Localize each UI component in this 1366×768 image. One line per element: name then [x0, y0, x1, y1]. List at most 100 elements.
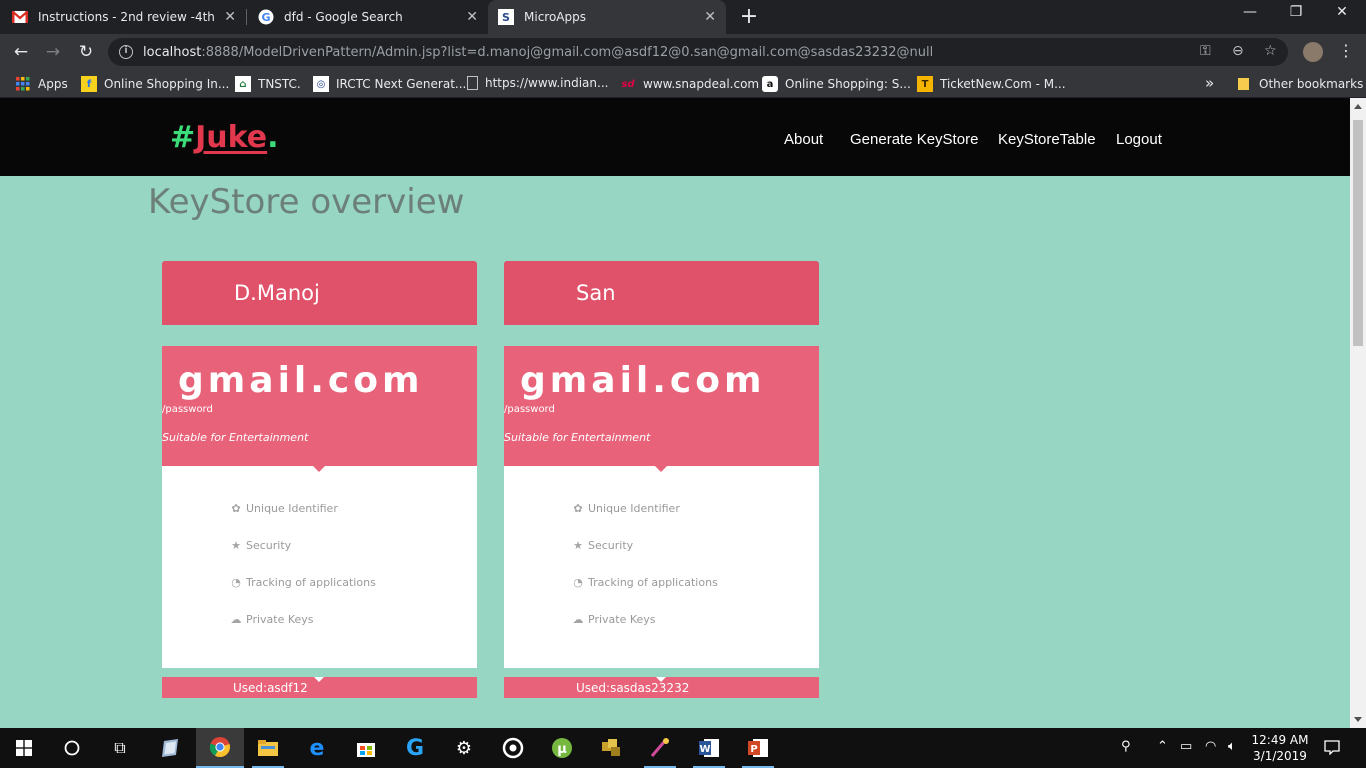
word-icon[interactable]: W	[685, 728, 733, 768]
caret-icon	[655, 466, 667, 472]
zoom-icon[interactable]: ⊖	[1232, 43, 1244, 59]
edge-icon[interactable]: e	[293, 728, 341, 768]
task-view-icon[interactable]: ⧉	[96, 728, 144, 768]
card-header: San	[504, 261, 819, 325]
svg-text:G: G	[261, 11, 270, 24]
card-hero: gmail.com /password Suitable for Enterta…	[504, 346, 819, 466]
notification-icon[interactable]	[1324, 739, 1340, 759]
tab-instructions[interactable]: Instructions - 2nd review -4th Ma ✕	[12, 0, 246, 34]
site-navbar: #Juke. About Generate KeyStore KeyStoreT…	[0, 98, 1350, 176]
forward-button[interactable]: →	[42, 41, 64, 63]
nav-about[interactable]: About	[784, 131, 823, 148]
tab-title: Instructions - 2nd review -4th Ma	[38, 10, 216, 24]
clock-date: 3/1/2019	[1253, 749, 1307, 763]
paint-app-icon[interactable]	[636, 728, 684, 768]
battery-icon[interactable]: ▭	[1180, 739, 1192, 754]
bookmark-snapdeal[interactable]: sd www.snapdeal.com	[620, 76, 759, 92]
info-icon[interactable]: i	[119, 45, 133, 59]
bookmark-indian[interactable]: https://www.indian...	[467, 76, 608, 90]
tnstc-icon: ⌂	[235, 76, 251, 92]
folder-icon	[1236, 76, 1252, 92]
star-icon: ★	[231, 539, 241, 552]
cloud-icon: ☁	[230, 613, 242, 626]
bookmark-label: TicketNew.Com - M...	[940, 77, 1066, 91]
bookmark-irctc[interactable]: ◎ IRCTC Next Generat...	[313, 76, 466, 92]
bookmark-label: Other bookmarks	[1259, 77, 1364, 91]
chrome-taskbar-icon[interactable]	[196, 728, 244, 768]
browser-tab-strip: Instructions - 2nd review -4th Ma ✕ G df…	[0, 0, 1366, 34]
bookmark-other[interactable]: Other bookmarks	[1236, 76, 1363, 92]
store-icon[interactable]	[342, 728, 390, 768]
archive-app-icon[interactable]	[587, 728, 635, 768]
caret-icon	[313, 466, 325, 472]
card-tagline: Suitable for Entertainment	[162, 431, 309, 444]
nav-logout[interactable]: Logout	[1116, 131, 1162, 148]
svg-text:µ: µ	[557, 742, 567, 757]
key-icon[interactable]: ⚿	[1200, 43, 1211, 59]
feature-item: ★ Security	[573, 539, 634, 552]
new-tab-button[interactable]: +	[738, 4, 760, 29]
tab-title: dfd - Google Search	[284, 10, 403, 24]
file-explorer-icon[interactable]	[244, 728, 292, 768]
bookmark-flipkart[interactable]: f Online Shopping In...	[81, 76, 229, 92]
minimize-button[interactable]: —	[1238, 4, 1262, 20]
card-subtext: /password	[504, 404, 555, 415]
people-icon[interactable]: ⚲	[1121, 739, 1131, 754]
snapdeal-icon: sd	[621, 78, 635, 90]
flipkart-icon: f	[81, 76, 97, 92]
card-header: D.Manoj	[162, 261, 477, 325]
gear-icon: ✿	[573, 502, 583, 515]
system-clock[interactable]: 12:49 AM 3/1/2019	[1250, 732, 1310, 764]
nav-keystoretable[interactable]: KeyStoreTable	[998, 131, 1096, 148]
svg-text:W: W	[699, 744, 710, 755]
g-app-icon[interactable]: G	[391, 728, 439, 768]
restore-button[interactable]: ❐	[1284, 4, 1308, 20]
media-player-icon[interactable]	[489, 728, 537, 768]
url-path: :8888/ModelDrivenPattern/Admin.jsp?list=…	[201, 44, 934, 60]
bookmark-ticketnew[interactable]: T TicketNew.Com - M...	[917, 76, 1066, 92]
settings-gear-icon[interactable]: ⚙	[440, 728, 488, 768]
tab-google-search[interactable]: G dfd - Google Search ✕	[258, 0, 488, 34]
bookmark-tnstc[interactable]: ⌂ TNSTC.	[235, 76, 301, 92]
page-title: KeyStore overview	[148, 182, 465, 222]
utorrent-icon[interactable]: µ	[538, 728, 586, 768]
tab-microapps[interactable]: S MicroApps ✕	[488, 0, 726, 34]
page-scrollbar[interactable]	[1350, 98, 1366, 728]
close-tab-icon[interactable]: ✕	[466, 9, 478, 25]
menu-icon[interactable]: ⋮	[1338, 41, 1354, 60]
wifi-icon[interactable]: ◠	[1205, 739, 1216, 754]
reload-button[interactable]: ↻	[75, 41, 97, 63]
svg-text:P: P	[750, 744, 757, 755]
bookmark-label: Apps	[38, 77, 68, 91]
search-circle-icon[interactable]	[48, 728, 96, 768]
card-domain: gmail.com	[520, 360, 766, 401]
back-button[interactable]: ←	[10, 41, 32, 63]
page-icon	[467, 76, 478, 90]
gmail-icon	[12, 9, 28, 25]
feature-item: ✿ Unique Identifier	[231, 502, 338, 515]
bookmark-amazon[interactable]: a Online Shopping: S...	[762, 76, 911, 92]
close-tab-icon[interactable]: ✕	[224, 9, 236, 25]
scroll-up-icon[interactable]	[1354, 104, 1362, 109]
address-bar[interactable]: i localhost:8888/ModelDrivenPattern/Admi…	[108, 38, 1288, 66]
chevron-up-icon[interactable]: ⌃	[1157, 739, 1168, 754]
tablet-app-icon[interactable]	[146, 728, 194, 768]
bookmark-apps[interactable]: Apps	[15, 76, 68, 92]
clock-time: 12:49 AM	[1251, 733, 1309, 747]
scrollbar-thumb[interactable]	[1353, 120, 1363, 346]
more-bookmarks-button[interactable]: »	[1205, 74, 1214, 92]
profile-avatar[interactable]	[1303, 42, 1323, 62]
powerpoint-icon[interactable]: P	[734, 728, 782, 768]
feature-item: ◔ Tracking of applications	[231, 576, 376, 589]
close-window-button[interactable]: ✕	[1330, 4, 1354, 20]
card-hero: gmail.com /password Suitable for Enterta…	[162, 346, 477, 466]
bookmark-star-icon[interactable]: ☆	[1264, 43, 1277, 59]
scroll-down-icon[interactable]	[1354, 717, 1362, 722]
windows-start-icon[interactable]	[0, 728, 48, 768]
ticketnew-icon: T	[917, 76, 933, 92]
nav-generate-keystore[interactable]: Generate KeyStore	[850, 131, 978, 148]
gear-icon: ✿	[231, 502, 241, 515]
juke-logo[interactable]: #Juke.	[170, 120, 279, 155]
volume-icon[interactable]: 🔈︎	[1228, 739, 1236, 754]
close-tab-icon[interactable]: ✕	[704, 9, 716, 25]
